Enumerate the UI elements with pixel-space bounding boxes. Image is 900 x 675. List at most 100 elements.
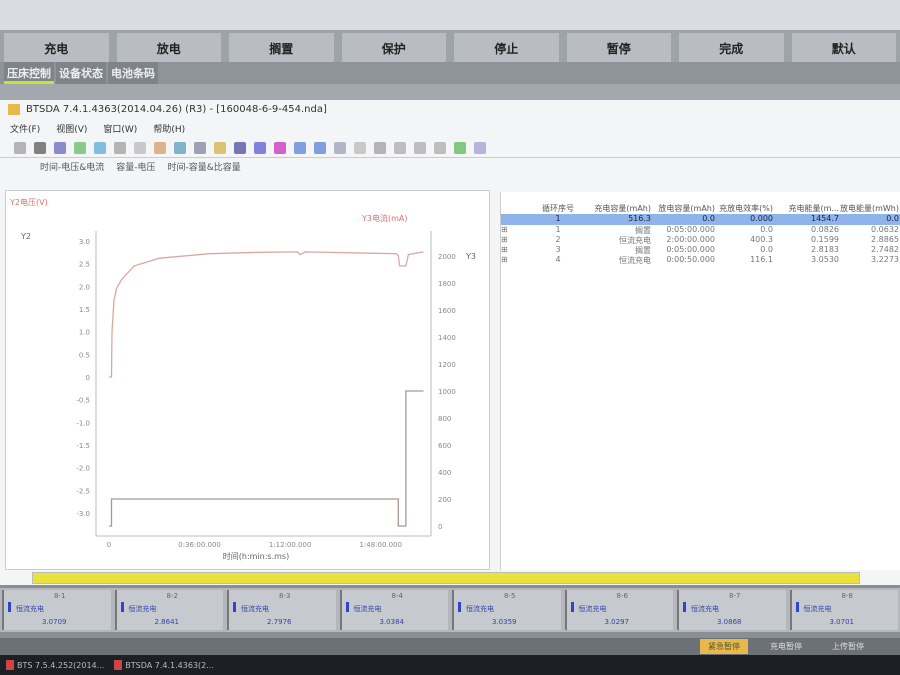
x-tick: 0: [107, 541, 111, 549]
cell: 0:05:00.000: [666, 225, 715, 234]
sub-tab-0[interactable]: 压床控制: [4, 62, 54, 84]
menu-item-2[interactable]: 窗口(W): [103, 122, 137, 136]
cell: 0:00:50.000: [666, 255, 715, 264]
toolbar-button-14[interactable]: [294, 141, 306, 154]
toolbar-button-13[interactable]: [274, 141, 286, 154]
menu-item-1[interactable]: 视图(V): [56, 122, 87, 136]
toolbar-button-15[interactable]: [314, 141, 326, 154]
tab-5[interactable]: 暂停: [566, 33, 671, 63]
channel-card[interactable]: 8-5 恒流充电 3.0359: [452, 590, 561, 630]
column-header[interactable]: 循环序号: [523, 203, 593, 214]
expand-icon[interactable]: ⊞: [501, 245, 523, 255]
expand-icon[interactable]: ⊞: [501, 235, 523, 245]
toolbar-button-20[interactable]: [414, 141, 426, 154]
channel-id: 8-7: [729, 592, 741, 600]
cell: 2:00:00.000: [666, 235, 715, 244]
channel-card[interactable]: 8-4 恒流充电 3.0384: [339, 590, 448, 630]
toolbar-button-3[interactable]: [74, 141, 86, 154]
channel-card[interactable]: 8-8 恒流充电 3.0701: [789, 590, 898, 630]
y2-tick: -1.5: [76, 442, 90, 450]
toolbar-button-6[interactable]: [134, 141, 146, 154]
column-header[interactable]: 充放电效率(%): [715, 203, 773, 214]
channel-state: 恒流充电: [466, 605, 494, 613]
sub-tab-2[interactable]: 电池条码: [108, 62, 158, 84]
cell: 3: [555, 245, 561, 254]
channel-state: 恒流充电: [578, 605, 607, 613]
channel-card[interactable]: 8-2 恒流充电 2.8641: [114, 590, 223, 630]
table-row[interactable]: ⊞ 2 恒流充电 2:00:00.000 400.3 0.1599 2.8865: [501, 235, 900, 245]
column-header[interactable]: 充电能量(m...: [773, 203, 839, 214]
horizontal-scrollbar[interactable]: [32, 572, 860, 584]
toolbar-button-2[interactable]: [54, 141, 66, 154]
toolbar-button-11[interactable]: [234, 141, 246, 154]
taskbar-label: BTSDA 7.4.1.4363(2...: [125, 660, 214, 670]
y2-tick: -2.5: [76, 487, 90, 495]
toolbar-button-8[interactable]: [174, 141, 186, 154]
menu-item-0[interactable]: 文件(F): [10, 122, 40, 136]
toolbar-button-0[interactable]: [14, 141, 26, 154]
x-tick: 1:48:00.000: [359, 541, 402, 549]
expand-icon[interactable]: ⊞: [501, 225, 523, 235]
menu-item-3[interactable]: 帮助(H): [153, 122, 185, 136]
column-header[interactable]: 充电容量(mAh): [593, 203, 651, 214]
channel-state: 恒流充电: [691, 605, 719, 613]
toolbar-button-16[interactable]: [334, 141, 346, 154]
table-row[interactable]: ⊞ 1 搁置 0:05:00.000 0.0 0.0826 0.0632: [501, 225, 900, 235]
y3-tick: 800: [438, 415, 451, 423]
toolbar-button-10[interactable]: [214, 141, 226, 154]
toolbar-button-23[interactable]: [474, 141, 486, 154]
status-tabs: 充电 放电 搁置 保护 停止 暂停 完成 默认: [0, 30, 900, 66]
y3-short: Y3: [465, 252, 476, 261]
tab-4[interactable]: 停止: [454, 33, 559, 63]
table-row[interactable]: ⊞ 3 搁置 0:05:00.000 0.0 2.8183 2.7482: [501, 245, 900, 255]
channel-card[interactable]: 8-7 恒流充电 3.0868: [677, 590, 786, 630]
toolbar-button-18[interactable]: [374, 141, 386, 154]
table-row[interactable]: ⊞ 4 恒流充电 0:00:50.000 116.1 3.0530 3.2273: [501, 255, 900, 265]
toolbar-button-4[interactable]: [94, 141, 106, 154]
cell: 1454.7: [811, 214, 839, 223]
toolbar-button-12[interactable]: [254, 141, 266, 154]
status-bar: 紧急暂停 充电暂停 上传暂停: [0, 638, 900, 655]
channel-voltage: 3.0701: [829, 618, 855, 626]
tab-1[interactable]: 放电: [116, 33, 221, 63]
channel-card[interactable]: 8-6 恒流充电 3.0297: [564, 590, 673, 630]
tab-6[interactable]: 完成: [679, 33, 784, 63]
y2-tick: 2.5: [79, 261, 90, 269]
channel-status-icon: [345, 602, 349, 612]
y3-tick: 0: [438, 523, 442, 531]
taskbar-item[interactable]: BTSDA 7.4.1.4363(2...: [114, 660, 214, 670]
view-tab-2[interactable]: 时间-容量&比容量: [168, 160, 241, 174]
tab-2[interactable]: 搁置: [229, 33, 334, 63]
status-button-2[interactable]: 上传暂停: [824, 639, 872, 654]
channel-status-icon: [683, 602, 686, 612]
toolbar-button-9[interactable]: [194, 141, 206, 154]
summary-row[interactable]: 1 516.3 0.0 0.000 1454.7 0.0: [501, 214, 900, 225]
sub-tab-1[interactable]: 设备状态: [56, 62, 106, 84]
status-button-0[interactable]: 紧急暂停: [700, 639, 748, 654]
expand-icon[interactable]: ⊞: [501, 255, 523, 265]
toolbar-button-17[interactable]: [354, 141, 366, 154]
chart-panel: Y2电压(V) Y3电流(mA) Y2 Y3 3.0 2.5 2.0 1.5 1.0 0.5 0 -0…: [5, 190, 490, 570]
toolbar-button-19[interactable]: [394, 141, 406, 154]
view-tab-1[interactable]: 容量-电压: [116, 160, 155, 174]
sub-tabs: 压床控制 设备状态 电池条码: [0, 62, 900, 84]
column-header[interactable]: 放电容量(mAh): [651, 203, 715, 214]
channel-card[interactable]: 8-1 恒流充电 3.0709: [2, 590, 111, 630]
toolbar-button-22[interactable]: [454, 141, 466, 154]
toolbar-button-5[interactable]: [114, 141, 126, 154]
toolbar-button-1[interactable]: [34, 141, 46, 154]
taskbar: BTS 7.5.4.252(2014... BTSDA 7.4.1.4363(2.…: [0, 655, 900, 675]
column-header[interactable]: 放电能量(mWh): [839, 203, 899, 214]
tab-7[interactable]: 默认: [791, 33, 896, 63]
x-label: 时间(h:min:s.ms): [223, 551, 289, 561]
channel-card[interactable]: 8-3 恒流充电 2.7976: [227, 590, 336, 630]
y2-label: Y2电压(V): [9, 197, 48, 207]
channel-voltage: 3.0709: [42, 618, 67, 626]
toolbar-button-7[interactable]: [154, 141, 166, 154]
taskbar-item[interactable]: BTS 7.5.4.252(2014...: [6, 660, 104, 670]
tab-3[interactable]: 保护: [341, 33, 446, 63]
view-tab-0[interactable]: 时间-电压&电流: [40, 160, 104, 174]
tab-0[interactable]: 充电: [4, 33, 109, 63]
status-button-1[interactable]: 充电暂停: [762, 639, 810, 654]
toolbar-button-21[interactable]: [434, 141, 446, 154]
